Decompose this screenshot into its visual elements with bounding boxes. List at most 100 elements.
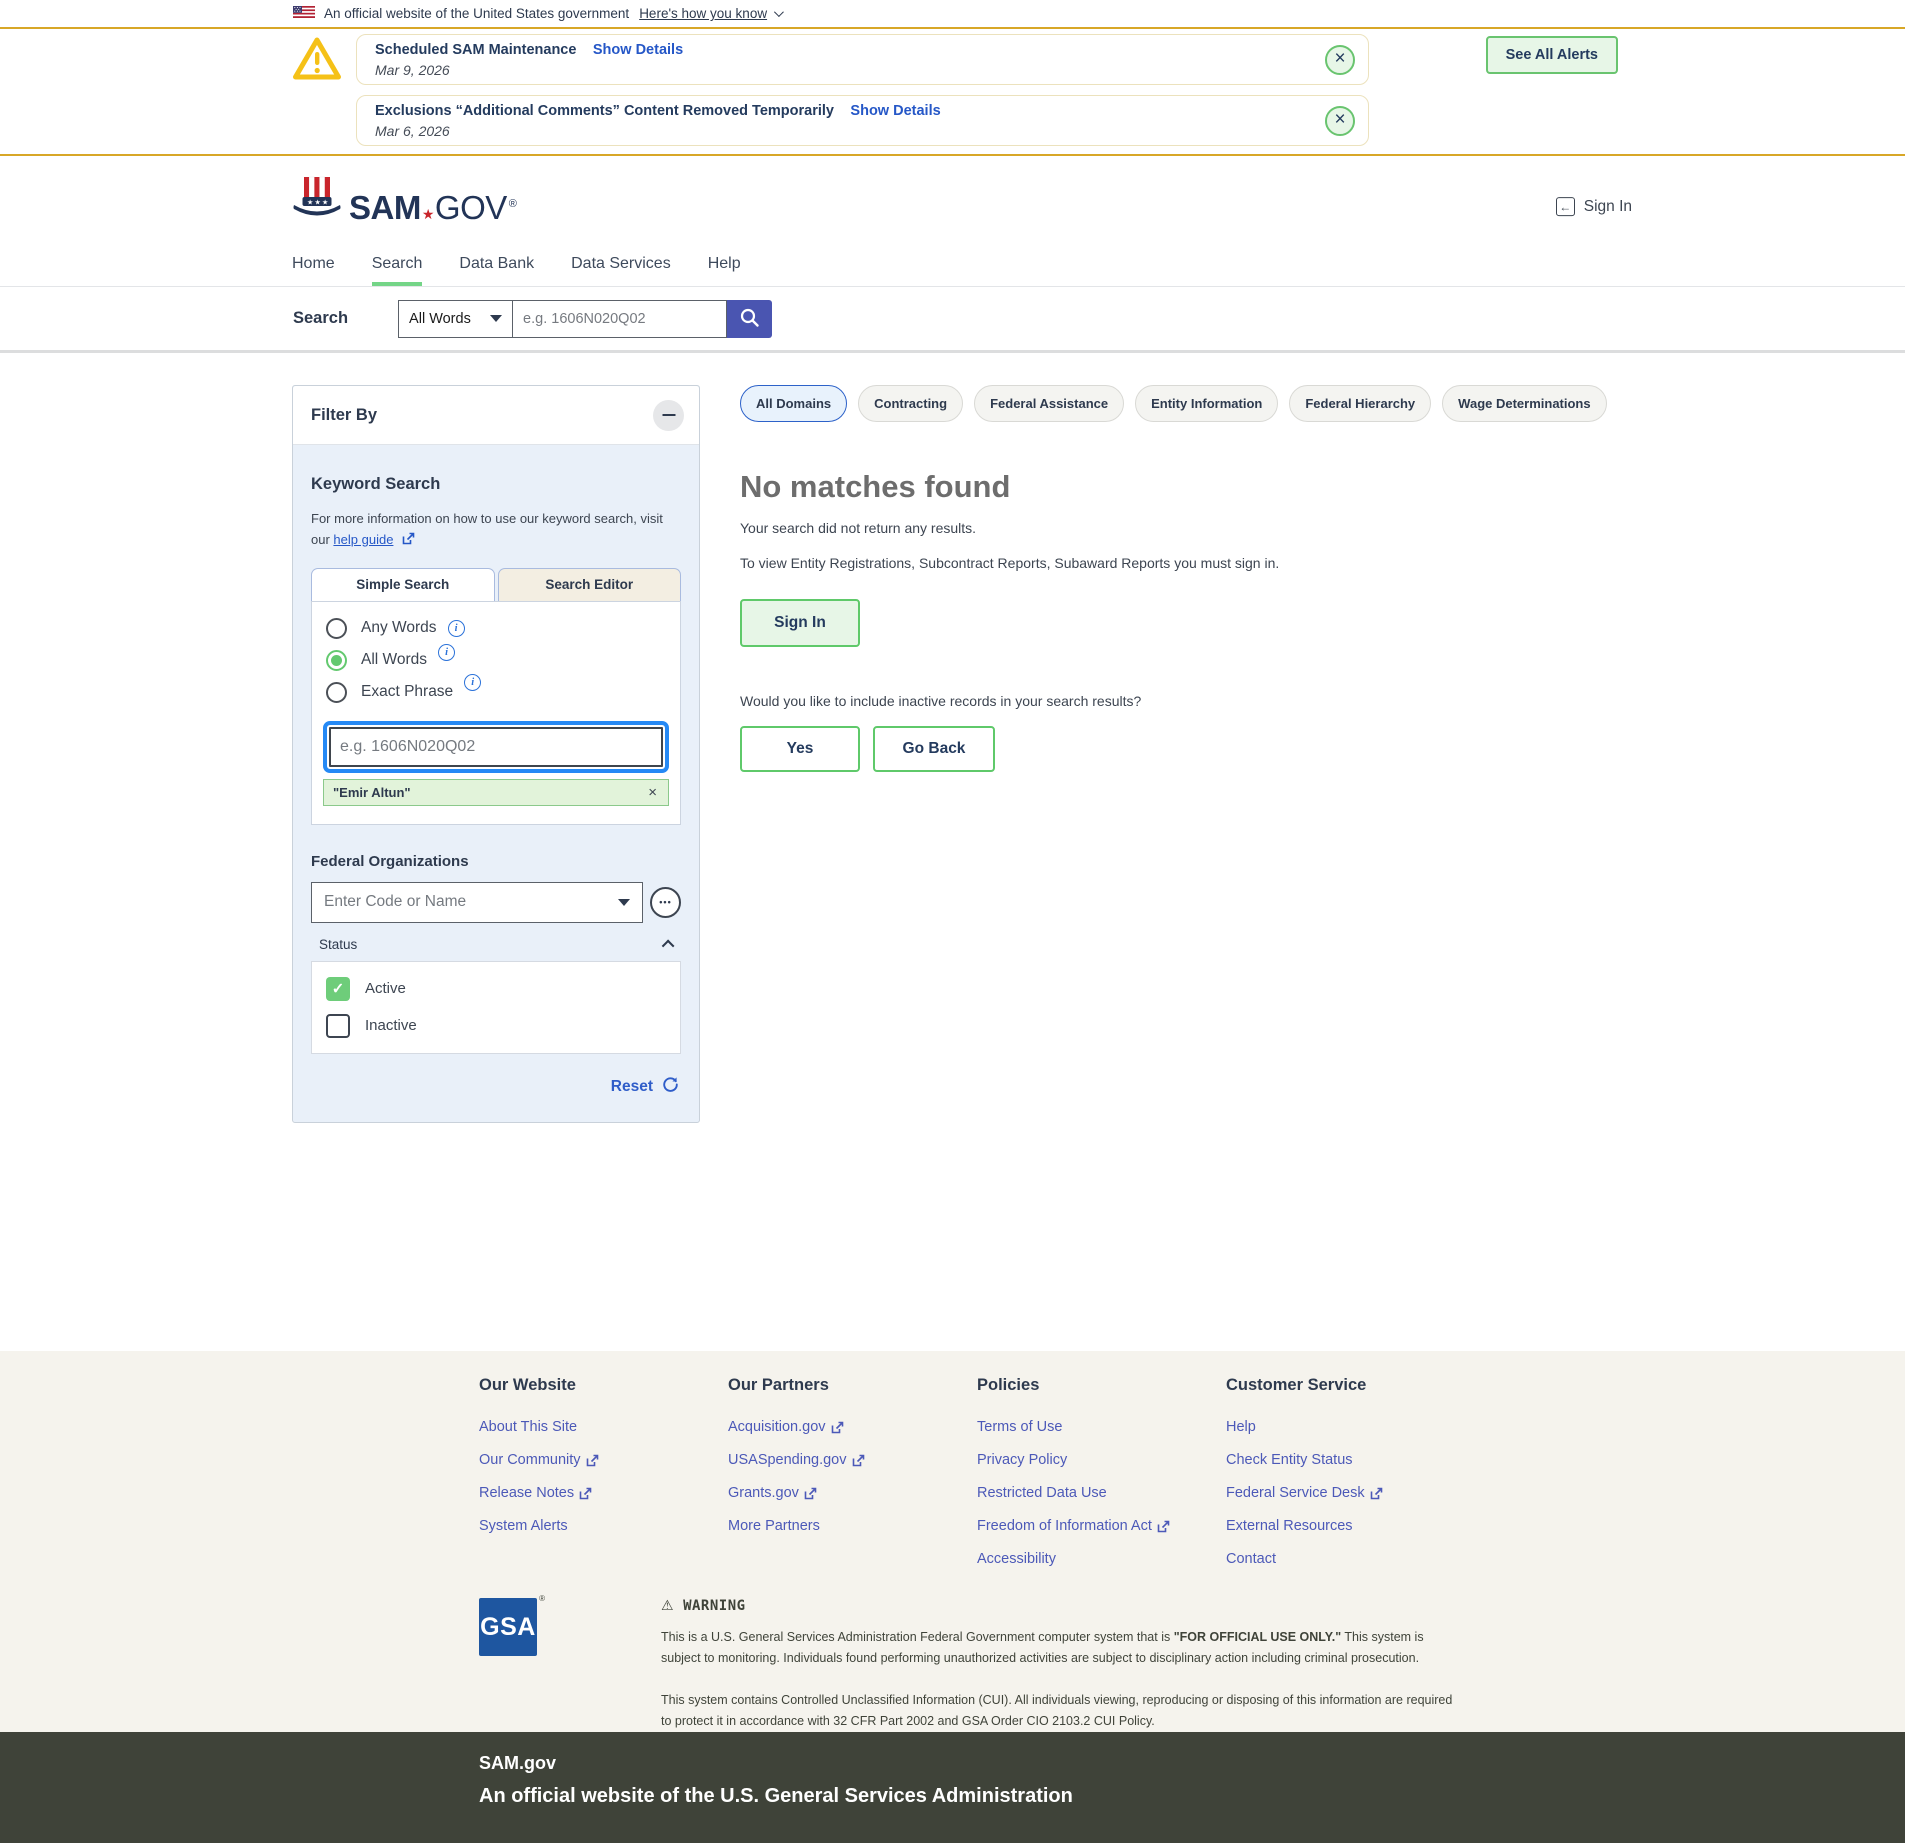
sign-in-label: Sign In: [1584, 198, 1632, 216]
alert-close-button[interactable]: [1325, 45, 1355, 75]
footer-col-our-partners: Our Partners Acquisition.gov USASpending…: [728, 1376, 977, 1584]
footer-link-label: Acquisition.gov: [728, 1419, 826, 1435]
footer-link-privacy-policy[interactable]: Privacy Policy: [977, 1452, 1226, 1468]
footer-link-external-resources[interactable]: External Resources: [1226, 1518, 1475, 1534]
external-link-icon: [402, 532, 414, 544]
alert-close-button[interactable]: [1325, 106, 1355, 136]
footer-link-federal-service-desk[interactable]: Federal Service Desk: [1226, 1485, 1475, 1501]
search-submit-button[interactable]: [727, 300, 772, 338]
footer-link-label: External Resources: [1226, 1518, 1353, 1534]
active-checkbox-row[interactable]: Active: [326, 977, 666, 1001]
reset-link[interactable]: Reset: [611, 1078, 653, 1096]
sam-gov-logo[interactable]: ★ ★ ★ SAM ★ GOV ®: [292, 175, 517, 224]
footer-link-help[interactable]: Help: [1226, 1419, 1475, 1435]
external-link-icon: [586, 1454, 598, 1466]
sign-in-button[interactable]: Sign In: [740, 599, 860, 647]
more-options-button[interactable]: [650, 887, 681, 918]
show-details-link[interactable]: Show Details: [593, 42, 683, 58]
header-sign-in[interactable]: Sign In: [1556, 197, 1632, 216]
keyword-chip: "Emir Altun" ×: [323, 779, 669, 806]
federal-org-select[interactable]: Enter Code or Name: [311, 882, 643, 923]
footer-link-label: Freedom of Information Act: [977, 1518, 1152, 1534]
footer-link-label: Help: [1226, 1419, 1256, 1435]
domain-pill-entity-information[interactable]: Entity Information: [1135, 385, 1278, 422]
footer-link-columns: Our Website About This Site Our Communit…: [479, 1376, 1905, 1584]
keyword-input[interactable]: [329, 727, 663, 767]
sign-in-required-text: To view Entity Registrations, Subcontrac…: [740, 553, 1292, 573]
show-details-link[interactable]: Show Details: [850, 103, 940, 119]
collapse-filters-button[interactable]: [653, 400, 684, 431]
federal-org-placeholder: Enter Code or Name: [324, 893, 466, 911]
footer-link-label: Grants.gov: [728, 1485, 799, 1501]
footer-link-label: Privacy Policy: [977, 1452, 1067, 1468]
nav-item-search[interactable]: Search: [372, 242, 423, 286]
domain-filter-pills: All Domains Contracting Federal Assistan…: [740, 385, 1550, 422]
inactive-checkbox[interactable]: [326, 1014, 350, 1038]
uncle-sam-hat-icon: ★ ★ ★: [292, 175, 342, 224]
tab-simple-search[interactable]: Simple Search: [311, 568, 495, 601]
radio-row-exact-phrase: Exact Phrase i: [322, 682, 670, 703]
chip-remove-icon[interactable]: ×: [648, 785, 657, 800]
footer-link-terms-of-use[interactable]: Terms of Use: [977, 1419, 1226, 1435]
warning-block: ⚠ WARNING This is a U.S. General Service…: [661, 1598, 1461, 1732]
no-results-text: Your search did not return any results.: [740, 520, 1550, 536]
keyword-help-text: For more information on how to use our k…: [311, 509, 681, 551]
chevron-down-icon[interactable]: [774, 7, 784, 17]
nav-item-data-bank[interactable]: Data Bank: [459, 242, 534, 286]
footer-link-about-this-site[interactable]: About This Site: [479, 1419, 728, 1435]
footer-link-restricted-data-use[interactable]: Restricted Data Use: [977, 1485, 1226, 1501]
alert-title: Scheduled SAM Maintenance: [375, 42, 576, 58]
status-checkbox-group: Active Inactive: [311, 961, 681, 1054]
domain-pill-all-domains[interactable]: All Domains: [740, 385, 847, 422]
footer-link-grants-gov[interactable]: Grants.gov: [728, 1485, 977, 1501]
footer-link-label: Accessibility: [977, 1551, 1056, 1567]
info-icon[interactable]: i: [448, 620, 465, 637]
footer-link-usaspending-gov[interactable]: USASpending.gov: [728, 1452, 977, 1468]
footer-link-accessibility[interactable]: Accessibility: [977, 1551, 1226, 1567]
domain-pill-federal-hierarchy[interactable]: Federal Hierarchy: [1289, 385, 1431, 422]
reset-refresh-icon[interactable]: [662, 1076, 679, 1098]
heres-how-you-know-link[interactable]: Here's how you know: [639, 6, 767, 21]
agency-footer: SAM.gov An official website of the U.S. …: [0, 1732, 1905, 1843]
search-mode-select[interactable]: All Words: [398, 300, 513, 338]
magnifier-icon: [739, 307, 760, 331]
footer-link-acquisition-gov[interactable]: Acquisition.gov: [728, 1419, 977, 1435]
inactive-checkbox-row[interactable]: Inactive: [326, 1014, 666, 1038]
info-icon[interactable]: i: [438, 644, 455, 661]
help-guide-link[interactable]: help guide: [333, 532, 393, 547]
search-results-area: All Domains Contracting Federal Assistan…: [740, 385, 1550, 772]
nav-item-home[interactable]: Home: [292, 242, 335, 286]
footer-col-policies: Policies Terms of Use Privacy Policy Res…: [977, 1376, 1226, 1584]
keyword-tabs: Simple Search Search Editor: [311, 568, 681, 601]
domain-pill-federal-assistance[interactable]: Federal Assistance: [974, 385, 1124, 422]
domain-pill-wage-determinations[interactable]: Wage Determinations: [1442, 385, 1606, 422]
yes-button[interactable]: Yes: [740, 726, 860, 772]
logo-star-icon: ★: [422, 207, 434, 221]
footer-link-system-alerts[interactable]: System Alerts: [479, 1518, 728, 1534]
nav-item-data-services[interactable]: Data Services: [571, 242, 671, 286]
any-words-radio[interactable]: [326, 618, 347, 639]
info-icon[interactable]: i: [464, 674, 481, 691]
footer-link-release-notes[interactable]: Release Notes: [479, 1485, 728, 1501]
footer-link-foia[interactable]: Freedom of Information Act: [977, 1518, 1226, 1534]
go-back-button[interactable]: Go Back: [873, 726, 995, 772]
search-input[interactable]: [513, 300, 727, 338]
active-label: Active: [365, 980, 406, 997]
status-header-row: Status: [311, 937, 681, 952]
footer-link-check-entity-status[interactable]: Check Entity Status: [1226, 1452, 1475, 1468]
tab-search-editor[interactable]: Search Editor: [498, 568, 682, 601]
domain-pill-contracting[interactable]: Contracting: [858, 385, 963, 422]
warning-text: This is a U.S. General Services Administ…: [661, 1630, 1174, 1644]
see-all-alerts-button[interactable]: See All Alerts: [1486, 36, 1618, 74]
nav-item-help[interactable]: Help: [708, 242, 741, 286]
exact-phrase-radio[interactable]: [326, 682, 347, 703]
footer-link-contact[interactable]: Contact: [1226, 1551, 1475, 1567]
gov-banner-text: An official website of the United States…: [324, 6, 629, 21]
sign-in-icon: [1556, 197, 1575, 216]
active-checkbox[interactable]: [326, 977, 350, 1001]
footer-link-our-community[interactable]: Our Community: [479, 1452, 728, 1468]
search-bar-row: Search All Words: [0, 287, 1905, 353]
chevron-up-icon[interactable]: [662, 939, 675, 952]
footer-link-more-partners[interactable]: More Partners: [728, 1518, 977, 1534]
all-words-radio[interactable]: [326, 650, 347, 671]
